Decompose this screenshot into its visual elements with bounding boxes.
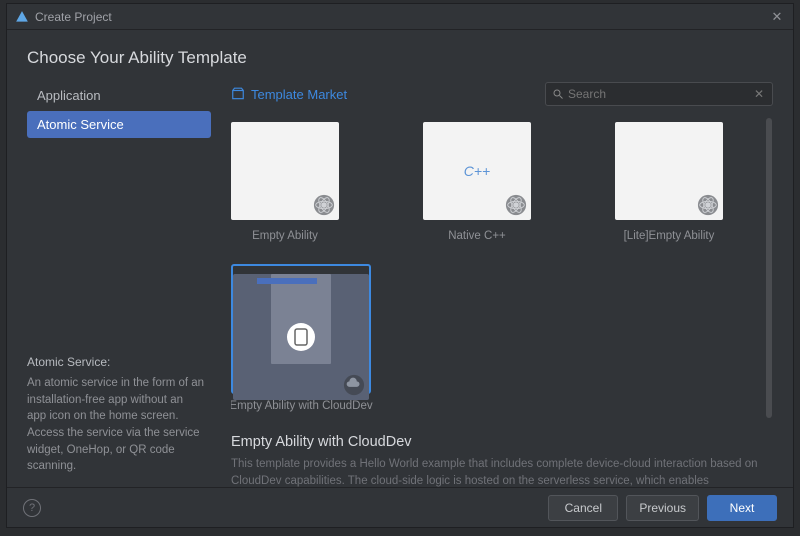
atom-badge-icon xyxy=(697,194,719,216)
device-icon xyxy=(287,323,315,351)
create-project-dialog: Create Project ✕ Choose Your Ability Tem… xyxy=(6,3,794,528)
atom-badge-icon xyxy=(313,194,335,216)
template-gallery: Empty Ability C++ Native C++ xyxy=(231,118,773,487)
cloud-badge-icon xyxy=(343,374,365,396)
sidebar: Application Atomic Service Atomic Servic… xyxy=(27,82,211,487)
template-card-native-cpp[interactable]: C++ Native C++ xyxy=(423,118,531,242)
sidebar-description-body: An atomic service in the form of an inst… xyxy=(27,375,205,475)
search-input[interactable] xyxy=(568,87,752,101)
title-bar: Create Project ✕ xyxy=(7,4,793,30)
dialog-content: Choose Your Ability Template Application… xyxy=(7,30,793,487)
clear-search-icon[interactable]: ✕ xyxy=(752,87,766,101)
market-icon xyxy=(231,87,245,101)
cpp-icon: C++ xyxy=(464,163,490,179)
template-card-empty-ability-clouddev[interactable]: Empty Ability with CloudDev xyxy=(231,264,371,412)
sidebar-description-title: Atomic Service: xyxy=(27,355,205,369)
sidebar-item-atomic-service[interactable]: Atomic Service xyxy=(27,111,211,138)
help-icon[interactable]: ? xyxy=(23,499,41,517)
page-title: Choose Your Ability Template xyxy=(27,48,773,68)
template-label: [Lite]Empty Ability xyxy=(624,230,715,242)
main-panel: Template Market ✕ Empty A xyxy=(211,82,773,487)
sidebar-description: Atomic Service: An atomic service in the… xyxy=(27,355,211,475)
cancel-button[interactable]: Cancel xyxy=(548,495,618,521)
template-market-label: Template Market xyxy=(251,87,347,102)
window-title: Create Project xyxy=(35,10,769,24)
template-detail-title: Empty Ability with CloudDev xyxy=(231,434,761,450)
template-card-empty-ability[interactable]: Empty Ability xyxy=(231,118,339,242)
search-field[interactable]: ✕ xyxy=(545,82,773,106)
close-icon[interactable]: ✕ xyxy=(769,9,785,25)
template-card-lite-empty-ability[interactable]: [Lite]Empty Ability xyxy=(615,118,723,242)
template-label: Empty Ability xyxy=(252,230,318,242)
app-logo-icon xyxy=(15,10,29,24)
template-label: Native C++ xyxy=(448,230,506,242)
scrollbar[interactable] xyxy=(765,118,773,487)
scrollbar-thumb[interactable] xyxy=(766,118,772,418)
next-button[interactable]: Next xyxy=(707,495,777,521)
market-row: Template Market ✕ xyxy=(231,82,773,106)
search-icon xyxy=(552,88,564,100)
dialog-footer: ? Cancel Previous Next xyxy=(7,487,793,527)
atom-badge-icon xyxy=(505,194,527,216)
template-label: Empty Ability with CloudDev xyxy=(231,400,373,412)
template-market-link[interactable]: Template Market xyxy=(231,87,347,102)
template-detail: Empty Ability with CloudDev This templat… xyxy=(231,434,761,487)
sidebar-item-application[interactable]: Application xyxy=(27,82,211,109)
template-detail-body: This template provides a Hello World exa… xyxy=(231,456,761,487)
previous-button[interactable]: Previous xyxy=(626,495,699,521)
